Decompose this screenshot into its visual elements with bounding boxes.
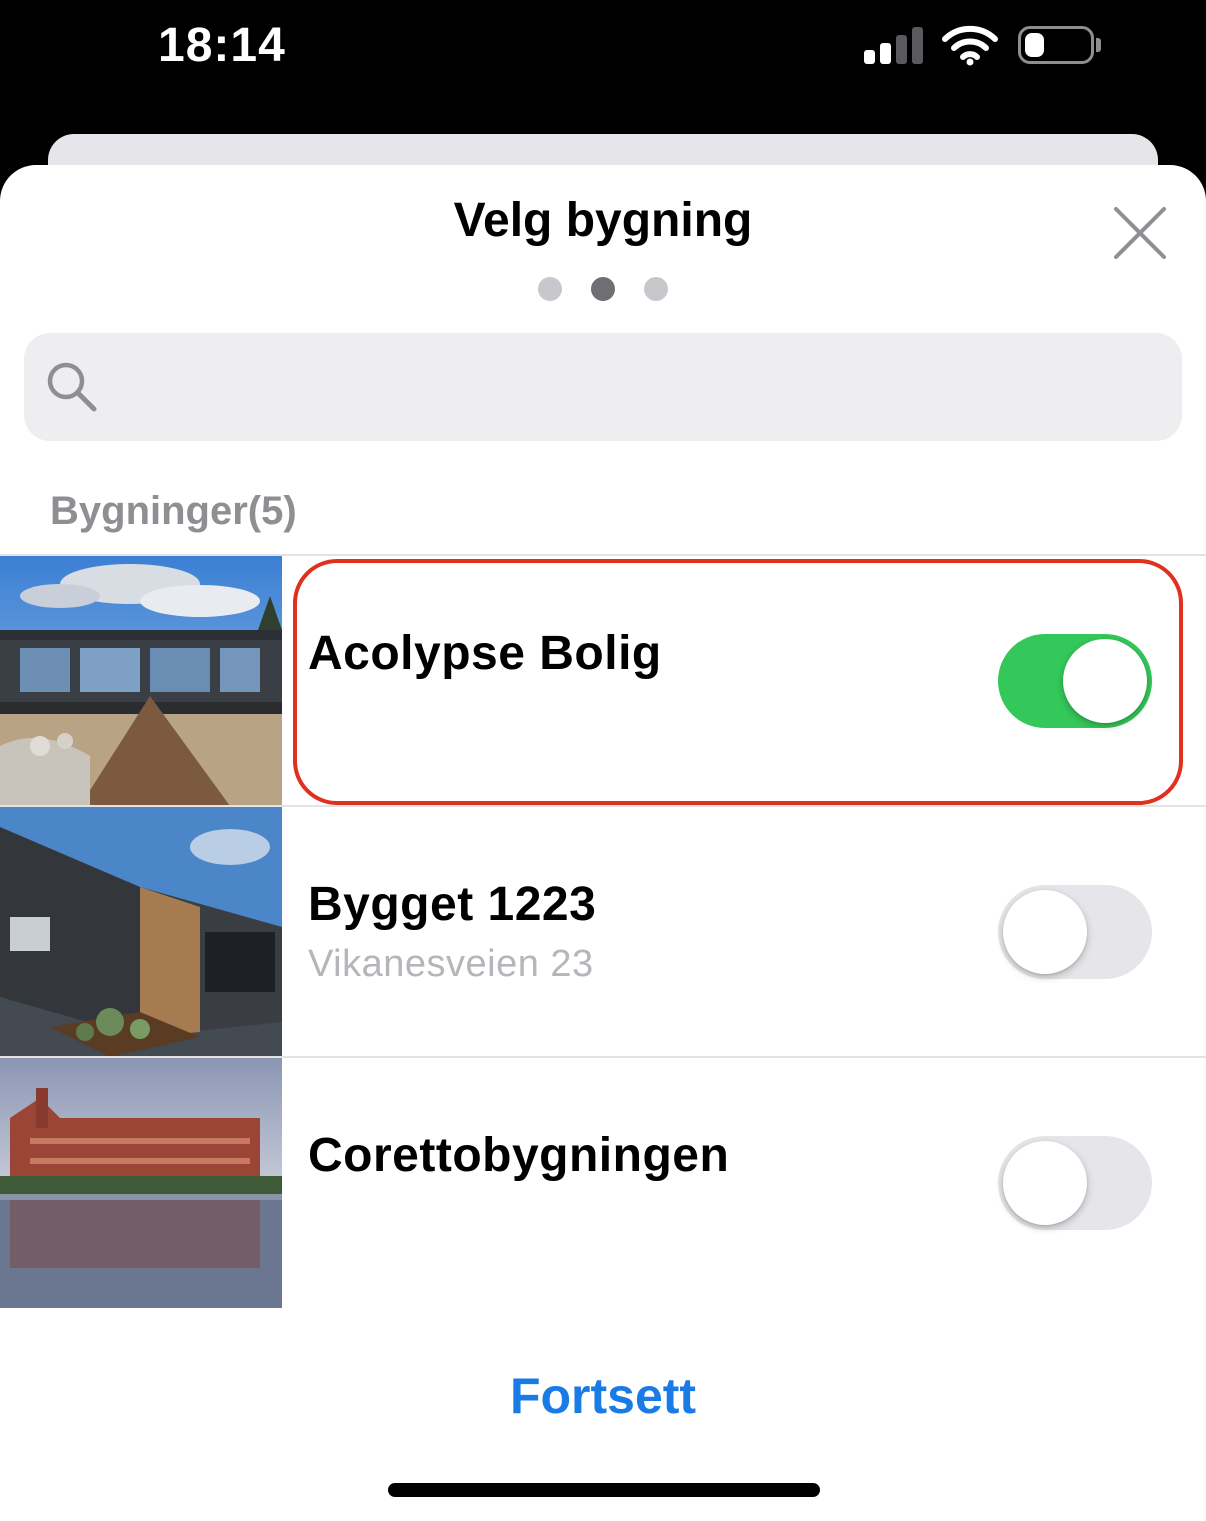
building-photo xyxy=(0,807,282,1057)
page-dot xyxy=(644,277,668,301)
building-toggle[interactable] xyxy=(998,634,1152,728)
building-name: Acolypse Bolig xyxy=(308,627,662,680)
home-indicator xyxy=(388,1483,820,1497)
search-field[interactable] xyxy=(24,333,1182,441)
building-photo xyxy=(0,1058,282,1308)
page-indicator xyxy=(536,277,676,301)
toggle-knob xyxy=(1003,890,1087,974)
status-time: 18:14 xyxy=(158,19,286,72)
search-icon xyxy=(47,362,97,412)
building-toggle[interactable] xyxy=(998,1136,1152,1230)
building-address: Vikanesveien 23 xyxy=(308,943,594,985)
building-name: Bygget 1223 xyxy=(308,878,597,931)
close-icon[interactable] xyxy=(1108,201,1172,265)
building-name: Corettobygningen xyxy=(308,1129,730,1182)
building-toggle[interactable] xyxy=(998,885,1152,979)
page-dot xyxy=(591,277,615,301)
battery-level xyxy=(1025,33,1044,57)
building-row[interactable]: Bygget 1223 Vikanesveien 23 xyxy=(0,805,1206,1057)
sheet-title: Velg bygning xyxy=(453,194,753,247)
toggle-knob xyxy=(1063,639,1147,723)
building-photo xyxy=(0,556,282,806)
page-dot xyxy=(538,277,562,301)
cellular-signal-icon xyxy=(864,26,924,64)
continue-button[interactable]: Fortsett xyxy=(0,1367,1206,1425)
wifi-icon xyxy=(942,25,998,66)
status-bar: 18:14 xyxy=(0,0,1206,130)
buildings-section-header: Bygninger(5) xyxy=(50,489,297,533)
select-building-sheet: Velg bygning Bygninger(5) Acolypse Bolig… xyxy=(0,165,1206,1521)
building-row[interactable]: Acolypse Bolig xyxy=(0,554,1206,806)
battery-icon xyxy=(1018,26,1094,64)
search-input[interactable] xyxy=(116,353,1156,421)
building-row[interactable]: Corettobygningen xyxy=(0,1056,1206,1308)
toggle-knob xyxy=(1003,1141,1087,1225)
